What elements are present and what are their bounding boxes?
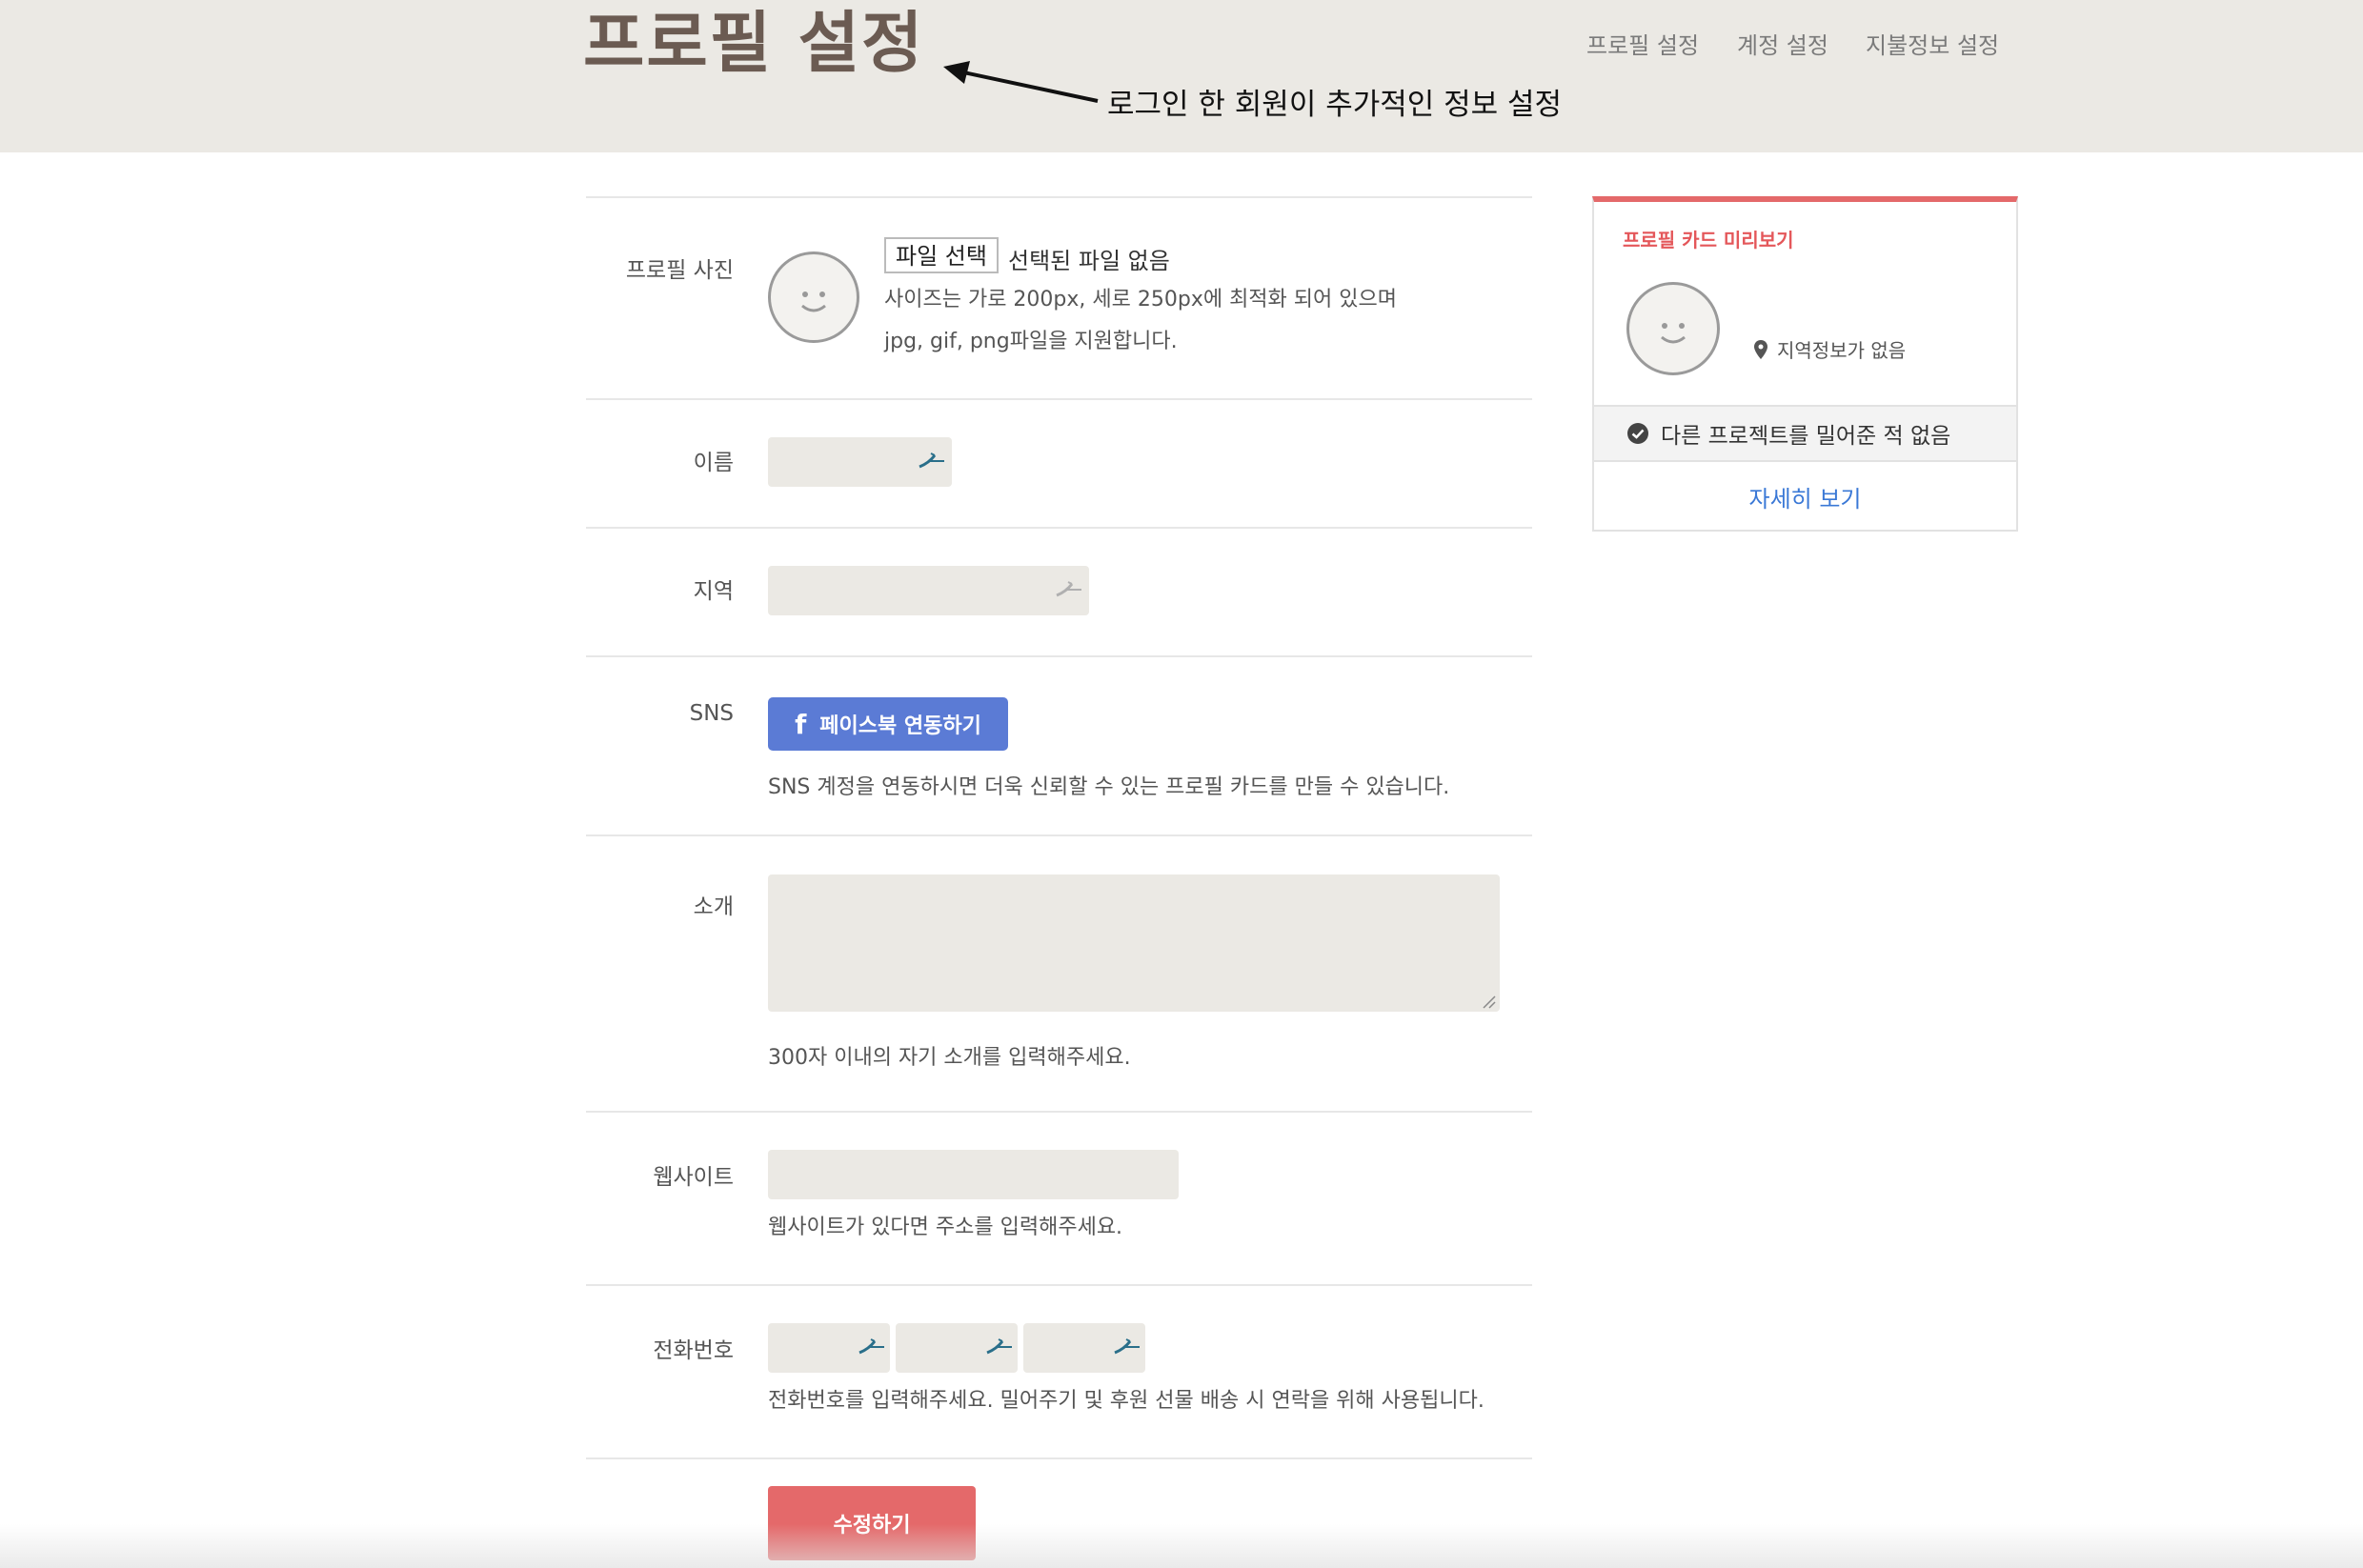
- nav-payment-settings[interactable]: 지불정보 설정: [1866, 27, 1999, 60]
- card-status: 다른 프로젝트를 밀어준 적 없음: [1594, 405, 2016, 462]
- check-circle-icon: [1627, 423, 1648, 444]
- photo-help-line2: jpg, gif, png파일을 지원합니다.: [884, 330, 1178, 353]
- row-website: 웹사이트 웹사이트가 있다면 주소를 입력해주세요.: [586, 1111, 1532, 1284]
- page-title: 프로필 설정: [583, 4, 925, 82]
- nav-account-settings[interactable]: 계정 설정: [1737, 27, 1828, 60]
- intro-textarea[interactable]: [768, 874, 1500, 1012]
- facebook-connect-button[interactable]: f 페이스북 연동하기: [768, 697, 1008, 751]
- intro-help: 300자 이내의 자기 소개를 입력해주세요.: [768, 1046, 1131, 1070]
- autofill-key-icon[interactable]: [983, 1336, 1016, 1358]
- region-label: 지역: [693, 579, 734, 604]
- region-input[interactable]: [768, 566, 1089, 615]
- intro-label: 소개: [693, 895, 734, 919]
- photo-help-line1: 사이즈는 가로 200px, 세로 250px에 최적화 되어 있으며: [884, 288, 1397, 312]
- row-region: 지역: [586, 527, 1532, 655]
- nav-profile-settings[interactable]: 프로필 설정: [1586, 27, 1699, 60]
- profile-form: 프로필 사진 파일 선택 선택된 파일 없음 사이즈는 가로 200px, 세로…: [586, 196, 1532, 1459]
- row-profile-photo: 프로필 사진 파일 선택 선택된 파일 없음 사이즈는 가로 200px, 세로…: [586, 196, 1532, 398]
- website-label: 웹사이트: [653, 1165, 734, 1190]
- facebook-f-icon: f: [795, 708, 807, 740]
- name-label: 이름: [693, 451, 734, 475]
- smiley-avatar-icon: [768, 251, 859, 343]
- website-input[interactable]: [768, 1150, 1179, 1199]
- row-intro: 소개 300자 이내의 자기 소개를 입력해주세요.: [586, 834, 1532, 1111]
- phone-help: 전화번호를 입력해주세요. 밀어주기 및 후원 선물 배송 시 연락을 위해 사…: [768, 1389, 1484, 1413]
- sns-help: SNS 계정을 연동하시면 더욱 신뢰할 수 있는 프로필 카드를 만들 수 있…: [768, 775, 1450, 799]
- map-pin-icon: [1754, 339, 1767, 359]
- profile-photo-label: 프로필 사진: [625, 258, 734, 283]
- card-location: 지역정보가 없음: [1754, 335, 1906, 363]
- annotation-text: 로그인 한 회원이 추가적인 정보 설정: [1107, 88, 1563, 122]
- autofill-key-icon[interactable]: [856, 1336, 888, 1358]
- website-help: 웹사이트가 있다면 주소를 입력해주세요.: [768, 1216, 1123, 1239]
- card-title: 프로필 카드 미리보기: [1623, 229, 1794, 251]
- file-status: 선택된 파일 없음: [1008, 248, 1170, 274]
- row-phone: 전화번호 전화번호를 입력해주세요. 밀어주기 및 후원 선물 배송 시 연락을…: [586, 1284, 1532, 1457]
- autofill-key-icon[interactable]: [916, 450, 948, 472]
- form-divider: [586, 1457, 1532, 1459]
- phone-label: 전화번호: [653, 1338, 734, 1363]
- resize-handle-icon[interactable]: [1482, 995, 1497, 1010]
- card-status-text: 다른 프로젝트를 밀어준 적 없음: [1661, 424, 1951, 449]
- smiley-avatar-icon: [1626, 282, 1720, 375]
- bottom-shadow: [0, 1524, 2363, 1568]
- facebook-connect-label: 페이스북 연동하기: [819, 714, 981, 738]
- file-select-button[interactable]: 파일 선택: [884, 237, 999, 273]
- profile-card-preview: 프로필 카드 미리보기 지역정보가 없음 다른 프로젝트를 밀어준 적 없음 자…: [1592, 196, 2018, 532]
- card-location-text: 지역정보가 없음: [1777, 339, 1907, 362]
- row-sns: SNS f 페이스북 연동하기 SNS 계정을 연동하시면 더욱 신뢰할 수 있…: [586, 655, 1532, 834]
- row-name: 이름: [586, 398, 1532, 527]
- autofill-key-icon[interactable]: [1111, 1336, 1143, 1358]
- autofill-key-icon[interactable]: [1053, 578, 1085, 601]
- arrow-icon: [943, 61, 1099, 103]
- card-details-link[interactable]: 자세히 보기: [1594, 462, 2016, 532]
- page-header: 프로필 설정 프로필 설정 계정 설정 지불정보 설정 로그인 한 회원이 추가…: [0, 0, 2363, 152]
- sns-label: SNS: [689, 701, 734, 726]
